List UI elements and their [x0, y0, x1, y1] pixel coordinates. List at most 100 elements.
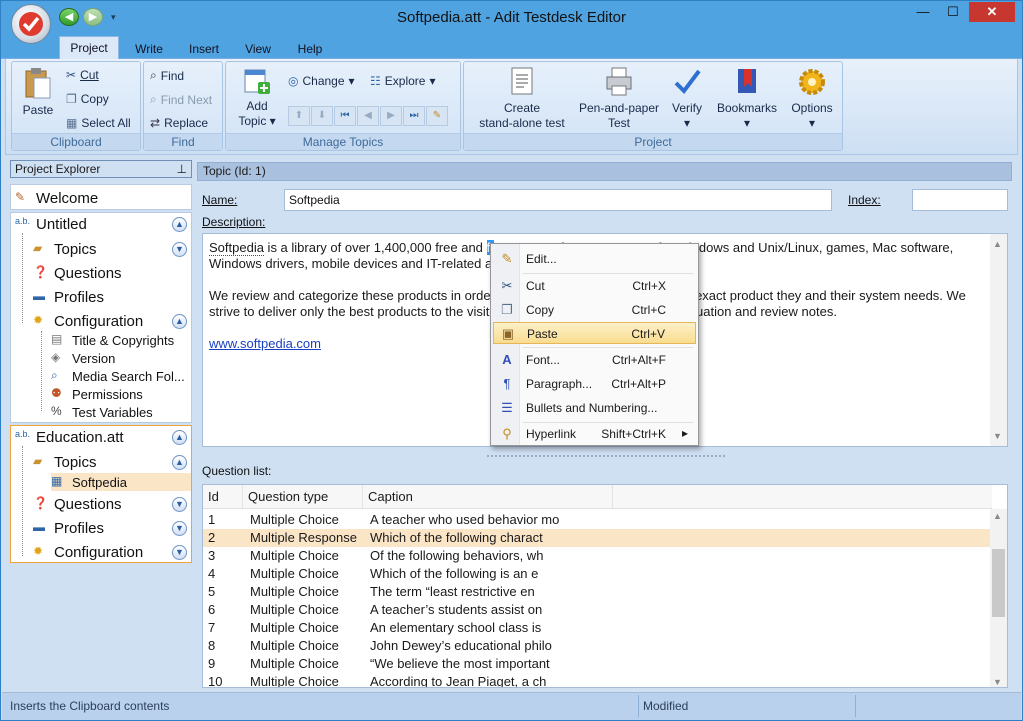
tab-help[interactable]: Help	[289, 39, 331, 59]
explore-button[interactable]: ☷ Explore ▾	[370, 74, 435, 88]
table-row[interactable]: 1 Multiple Choice A teacher who used behav…	[203, 511, 992, 529]
change-button[interactable]: ◎ Change ▾	[288, 74, 355, 88]
config-version[interactable]: ◈ Version	[51, 349, 115, 367]
menu-bullets[interactable]: ☰ Bullets and Numbering...	[493, 397, 696, 419]
expand-topics-icon[interactable]: ▼	[172, 242, 187, 257]
tab-write[interactable]: Write	[127, 39, 171, 59]
expand-questions-icon[interactable]: ▼	[172, 497, 187, 512]
table-row[interactable]: 5 Multiple Choice The term “least restrict…	[203, 583, 992, 601]
find-next-button[interactable]: ⌕ Find Next	[150, 92, 212, 107]
expand-profiles-icon[interactable]: ▼	[172, 521, 187, 536]
education-questions-item[interactable]: ❓ Questions	[33, 493, 122, 515]
collapse-configuration-icon[interactable]: ▲	[172, 314, 187, 329]
tab-view[interactable]: View	[237, 39, 279, 59]
column-id[interactable]: Id	[203, 485, 243, 509]
project-group: Create stand-alone test Pen-and-paper Test…	[463, 61, 843, 151]
config-media-search[interactable]: ⌕ Media Search Fol...	[51, 367, 185, 385]
name-field[interactable]: Softpedia	[284, 189, 832, 211]
context-menu: ✎ Edit... ✂ Cut Ctrl+X ❐ Copy Ctrl+C ▣ Paste Ct…	[490, 243, 699, 446]
replace-button[interactable]: ⇄ Replace	[150, 116, 208, 130]
education-label: Education.att	[36, 428, 124, 446]
first-topic-icon[interactable]: ⏮	[334, 106, 356, 126]
question-list-scrollbar[interactable]: ▲ ▼	[990, 509, 1007, 687]
options-button[interactable]: Options ▾	[786, 66, 838, 131]
app-menu-button[interactable]	[11, 4, 51, 44]
untitled-project-item[interactable]: a.b. Untitled	[15, 213, 87, 235]
education-topics-item[interactable]: ▰ Topics	[33, 451, 97, 473]
cut-button[interactable]: ✂ Cut	[66, 68, 99, 82]
table-row[interactable]: 8 Multiple Choice John Dewey’s educational…	[203, 637, 992, 655]
table-row[interactable]: 7 Multiple Choice An elementary school cla…	[203, 619, 992, 637]
tab-insert[interactable]: Insert	[181, 39, 227, 59]
expand-configuration-icon[interactable]: ▼	[172, 545, 187, 560]
menu-cut[interactable]: ✂ Cut Ctrl+X	[493, 275, 696, 297]
scroll-down-icon[interactable]: ▼	[993, 428, 1002, 444]
tab-project[interactable]: Project	[59, 36, 119, 60]
paste-button[interactable]: Paste	[18, 66, 58, 118]
maximize-button[interactable]: ☐	[938, 2, 968, 22]
minimize-button[interactable]: —	[908, 2, 938, 22]
add-topic-icon	[244, 69, 270, 94]
topic-navigation: ⬆ ⬇ ⏮ ◀ ▶ ⏭ ✎	[288, 106, 448, 126]
copy-button[interactable]: ❐ Copy	[66, 92, 109, 106]
copy-label: Copy	[80, 92, 109, 106]
untitled-configuration-item[interactable]: ✹ Configuration	[33, 310, 143, 332]
verify-button[interactable]: Verify ▾	[664, 66, 710, 131]
collapse-untitled-icon[interactable]: ▲	[172, 217, 187, 232]
pane-splitter[interactable]	[487, 455, 725, 461]
table-row[interactable]: 3 Multiple Choice Of the following behavio…	[203, 547, 992, 565]
config-permissions[interactable]: ⚉ Permissions	[51, 385, 143, 403]
description-link[interactable]: www.softpedia.com	[209, 336, 321, 351]
config-title-copyrights[interactable]: ▤ Title & Copyrights	[51, 331, 174, 349]
config-test-variables[interactable]: % Test Variables	[51, 403, 153, 421]
table-row[interactable]: 10 Multiple Choice According to Jean Piage…	[203, 673, 992, 687]
menu-hyperlink[interactable]: ⚲ Hyperlink Shift+Ctrl+K ▸	[493, 423, 696, 445]
bookmarks-button[interactable]: Bookmarks ▾	[714, 66, 780, 131]
last-topic-icon[interactable]: ⏭	[403, 106, 425, 126]
menu-label: Copy	[526, 303, 555, 317]
menu-shortcut: Ctrl+V	[631, 327, 665, 341]
menu-shortcut: Ctrl+Alt+F	[611, 353, 666, 367]
menu-paragraph[interactable]: ¶ Paragraph... Ctrl+Alt+P	[493, 373, 696, 395]
index-field[interactable]	[912, 189, 1008, 211]
scroll-thumb[interactable]	[992, 549, 1005, 617]
untitled-questions-item[interactable]: ❓ Questions	[33, 262, 122, 284]
menu-paste[interactable]: ▣ Paste Ctrl+V	[493, 322, 696, 344]
table-row[interactable]: 6 Multiple Choice A teacher’s students ass…	[203, 601, 992, 619]
education-profiles-item[interactable]: ▬ Profiles	[33, 517, 104, 539]
table-row[interactable]: 9 Multiple Choice “We believe the most imp…	[203, 655, 992, 673]
collapse-topics-icon[interactable]: ▲	[172, 455, 187, 470]
select-all-button[interactable]: ▦ Select All	[66, 116, 131, 130]
move-up-icon[interactable]: ⬆	[288, 106, 310, 126]
scroll-up-icon[interactable]: ▲	[993, 511, 1002, 521]
education-project-item[interactable]: a.b. Education.att	[15, 426, 124, 448]
topic-softpedia-item[interactable]: ▦ Softpedia	[51, 473, 191, 491]
scroll-up-icon[interactable]: ▲	[993, 236, 1002, 252]
menu-font[interactable]: A Font... Ctrl+Alt+F	[493, 349, 696, 371]
scroll-down-icon[interactable]: ▼	[993, 677, 1002, 687]
close-button[interactable]: ✕	[969, 2, 1015, 22]
pen-and-paper-test-button[interactable]: Pen-and-paper Test	[574, 66, 664, 131]
menu-copy[interactable]: ❐ Copy Ctrl+C	[493, 299, 696, 321]
description-scrollbar[interactable]: ▲ ▼	[990, 234, 1007, 446]
previous-topic-icon[interactable]: ◀	[357, 106, 379, 126]
column-question-type[interactable]: Question type	[243, 485, 363, 509]
welcome-item[interactable]: ✎ Welcome	[15, 187, 98, 209]
collapse-education-icon[interactable]: ▲	[172, 430, 187, 445]
table-row[interactable]: 4 Multiple Choice Which of the following i…	[203, 565, 992, 583]
next-topic-icon[interactable]: ▶	[380, 106, 402, 126]
replace-label: Replace	[164, 116, 209, 130]
find-button[interactable]: ⌕ Find	[150, 68, 184, 83]
untitled-profiles-item[interactable]: ▬ Profiles	[33, 286, 104, 308]
pin-icon[interactable]: ⊥	[177, 161, 187, 177]
add-topic-button[interactable]: Add Topic ▾	[234, 66, 280, 129]
untitled-topics-item[interactable]: ▰ Topics	[33, 238, 97, 260]
edit-topic-icon[interactable]: ✎	[426, 106, 448, 126]
education-configuration-item[interactable]: ✹ Configuration	[33, 541, 143, 563]
menu-edit[interactable]: ✎ Edit...	[493, 248, 696, 270]
column-caption[interactable]: Caption	[363, 485, 613, 509]
table-row[interactable]: 2 Multiple Response Which of the following…	[203, 529, 992, 547]
menu-label: Edit...	[526, 252, 557, 266]
create-standalone-test-button[interactable]: Create stand-alone test	[470, 66, 574, 131]
move-down-icon[interactable]: ⬇	[311, 106, 333, 126]
